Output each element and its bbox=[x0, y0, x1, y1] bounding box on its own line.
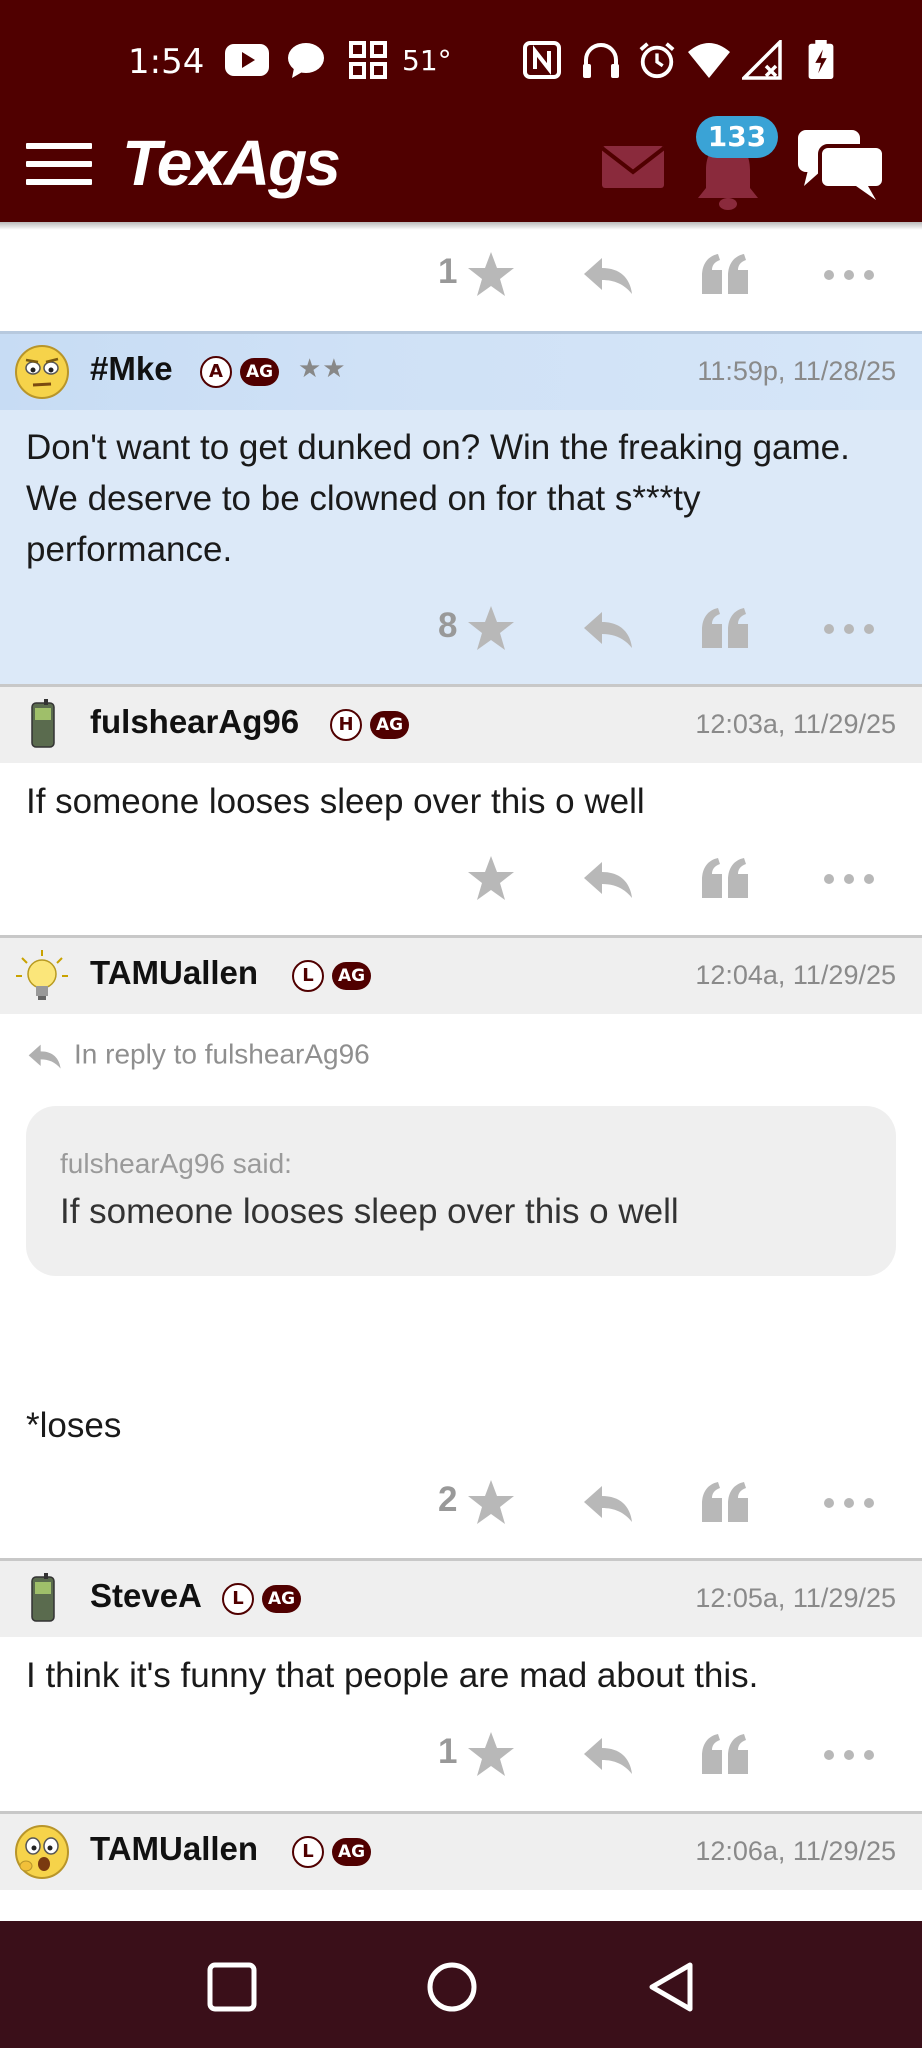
post-actions bbox=[0, 844, 922, 914]
user-badge-l: L bbox=[222, 1583, 254, 1615]
reply-icon[interactable] bbox=[580, 1476, 634, 1530]
reply-to-link[interactable]: In reply to fulshearAg96 bbox=[24, 1038, 370, 1074]
reply-icon[interactable] bbox=[580, 1728, 634, 1782]
quote-icon[interactable] bbox=[698, 852, 752, 906]
star-icon[interactable] bbox=[464, 1728, 518, 1782]
post-timestamp: 12:04a, 11/29/25 bbox=[695, 960, 896, 990]
ag-badge: AG bbox=[332, 1838, 372, 1866]
username[interactable]: #Mke bbox=[90, 350, 173, 388]
home-icon[interactable] bbox=[424, 1959, 480, 2015]
more-icon[interactable] bbox=[822, 1728, 876, 1782]
username[interactable]: fulshearAg96 bbox=[90, 703, 299, 741]
mail-icon[interactable] bbox=[600, 142, 666, 192]
post-actions: 2 bbox=[0, 1468, 922, 1538]
star-icon[interactable] bbox=[464, 248, 518, 302]
quote-icon[interactable] bbox=[698, 248, 752, 302]
reply-to-text: In reply to fulshearAg96 bbox=[74, 1038, 370, 1070]
more-icon[interactable] bbox=[822, 1476, 876, 1530]
star-count: 2 bbox=[438, 1480, 458, 1519]
wifi-icon bbox=[688, 43, 730, 78]
quote-icon[interactable] bbox=[698, 1476, 752, 1530]
ag-badge: AG bbox=[262, 1585, 302, 1613]
more-icon[interactable] bbox=[822, 248, 876, 302]
message-bubble-icon bbox=[288, 43, 324, 78]
alarm-icon bbox=[639, 42, 675, 79]
post-timestamp: 12:03a, 11/29/25 bbox=[695, 709, 896, 739]
post-body: Don't want to get dunked on? Win the fre… bbox=[26, 428, 850, 569]
post-actions: 8 bbox=[0, 594, 922, 664]
post-body: *loses bbox=[26, 1406, 122, 1445]
quote-block: fulshearAg96 said: If someone looses sle… bbox=[26, 1106, 896, 1276]
chat-icon[interactable] bbox=[796, 126, 886, 202]
status-time: 1:54 bbox=[128, 42, 205, 82]
menu-icon[interactable] bbox=[26, 134, 92, 194]
quote-icon[interactable] bbox=[698, 602, 752, 656]
post-header: SteveA L AG 12:05a, 11/29/25 bbox=[0, 1561, 922, 1637]
post-actions: 1 bbox=[0, 240, 922, 310]
star-icon[interactable] bbox=[464, 1476, 518, 1530]
headphones-icon bbox=[583, 43, 619, 78]
status-temperature: 51° bbox=[402, 44, 452, 77]
post-header: fulshearAg96 H AG 12:03a, 11/29/25 bbox=[0, 687, 922, 763]
username[interactable]: TAMUallen bbox=[90, 954, 258, 992]
notifications-badge[interactable]: 133 bbox=[696, 116, 778, 158]
star-count: 1 bbox=[438, 252, 458, 291]
post-actions: 1 bbox=[0, 1720, 922, 1790]
ag-badge: AG bbox=[240, 358, 280, 386]
star-count: 8 bbox=[438, 606, 458, 645]
widgets-icon bbox=[349, 41, 387, 79]
cellphone-avatar[interactable] bbox=[14, 697, 70, 753]
more-icon[interactable] bbox=[822, 602, 876, 656]
post-header: #Mke A AG ★★ 11:59p, 11/28/25 bbox=[0, 334, 922, 410]
nfc-icon bbox=[523, 41, 561, 79]
reply-icon[interactable] bbox=[580, 602, 634, 656]
ag-badge: AG bbox=[332, 962, 372, 990]
post-timestamp: 11:59p, 11/28/25 bbox=[697, 356, 896, 386]
texags-logo[interactable]: TexAgs bbox=[122, 126, 341, 200]
user-badge-l: L bbox=[292, 960, 324, 992]
user-badge-h: H bbox=[330, 709, 362, 741]
quote-icon[interactable] bbox=[698, 1728, 752, 1782]
lightbulb-avatar[interactable] bbox=[14, 948, 70, 1004]
signal-icon bbox=[742, 40, 782, 80]
post-timestamp: 12:06a, 11/29/25 bbox=[695, 1836, 896, 1866]
user-badge-l: L bbox=[292, 1836, 324, 1868]
star-icon[interactable] bbox=[464, 852, 518, 906]
recents-icon[interactable] bbox=[204, 1959, 260, 2015]
post-body: I think it's funny that people are mad a… bbox=[26, 1656, 759, 1695]
post-timestamp: 12:05a, 11/29/25 bbox=[695, 1583, 896, 1613]
ag-badge: AG bbox=[370, 711, 410, 739]
quote-text: If someone looses sleep over this o well bbox=[60, 1192, 679, 1231]
more-icon[interactable] bbox=[822, 852, 876, 906]
youtube-icon bbox=[225, 44, 269, 76]
status-bar: 1:54 51° bbox=[0, 0, 922, 120]
user-badge-a: A bbox=[200, 356, 232, 388]
rank-stars: ★★ bbox=[298, 354, 347, 384]
system-nav-bar bbox=[0, 1921, 922, 2048]
reply-icon[interactable] bbox=[580, 248, 634, 302]
reply-icon bbox=[28, 1044, 61, 1069]
star-icon[interactable] bbox=[464, 602, 518, 656]
cellphone-avatar[interactable] bbox=[14, 1571, 70, 1627]
username[interactable]: TAMUallen bbox=[90, 1830, 258, 1868]
post-header: TAMUallen L AG 12:04a, 11/29/25 bbox=[0, 938, 922, 1014]
post-body: If someone looses sleep over this o well bbox=[26, 782, 645, 821]
star-count: 1 bbox=[438, 1732, 458, 1771]
skeptical-emoji-avatar[interactable] bbox=[14, 344, 70, 400]
post-header: TAMUallen L AG 12:06a, 11/29/25 bbox=[0, 1814, 922, 1890]
header-shadow bbox=[0, 222, 922, 230]
reply-icon[interactable] bbox=[580, 852, 634, 906]
app-header: TexAgs 133 bbox=[0, 116, 922, 222]
quote-author: fulshearAg96 said: bbox=[60, 1148, 292, 1179]
username[interactable]: SteveA bbox=[90, 1577, 202, 1615]
worried-emoji-avatar[interactable] bbox=[14, 1824, 70, 1880]
battery-icon bbox=[808, 40, 834, 80]
back-icon[interactable] bbox=[644, 1959, 700, 2015]
